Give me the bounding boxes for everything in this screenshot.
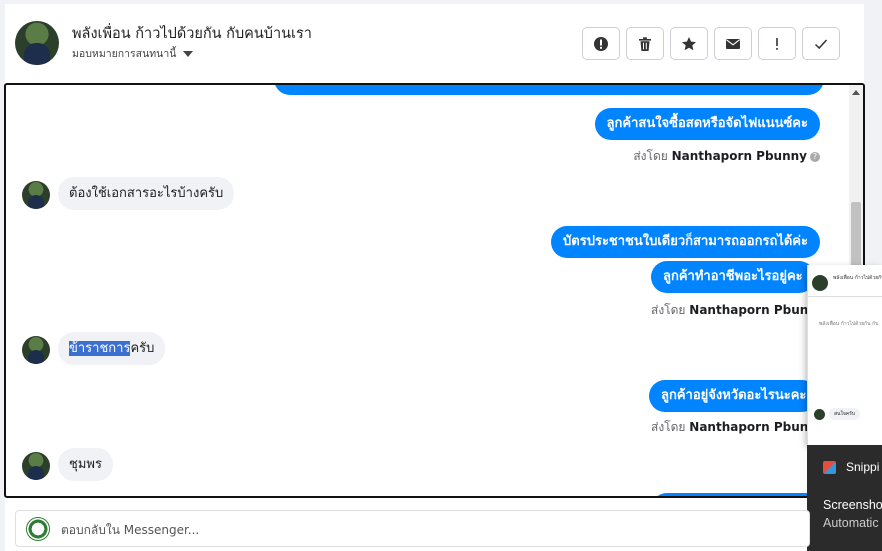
page-avatar[interactable] [15,21,59,65]
preview-avatar [814,409,825,420]
sender-name: Nanthaporn Pbunny [671,149,807,163]
mark-unread-button[interactable] [714,27,752,60]
trash-icon [639,36,651,51]
question-icon[interactable]: ? [810,152,820,162]
reply-input-bar[interactable]: ตอบกลับใน Messenger... [15,510,810,547]
screenshot-preview-popup[interactable]: พลังเพื่อน ก้าวไปด้วยกัน พลังเพื่อน ก้าว… [807,265,882,445]
conversation-title: พลังเพื่อน ก้าวไปด้วยกัน กับคนบ้านเรา [72,26,312,42]
sent-by-prefix: ส่งโดย [633,149,668,163]
check-icon [814,38,828,49]
preview-title: พลังเพื่อน ก้าวไปด้วยกัน [833,275,882,281]
preview-avatar [812,275,828,291]
message-bubble-incoming: ต้องใช้เอกสารอะไรบ้างครับ [58,177,235,210]
mark-done-button[interactable] [802,27,840,60]
assign-conversation-dropdown[interactable]: มอบหมายการสนทนานี้ [72,45,194,62]
message-bubble-outgoing: ลูกค้าสนใจซื้อสดหรือจัดไฟแนนซ์คะ [594,108,820,140]
snipping-tool-icon [823,461,836,474]
preview-text: พลังเพื่อน ก้าวไปด้วยกัน กับ [819,321,879,327]
mark-spam-button[interactable] [582,27,620,60]
sender-name: Nanthaporn Pbunny [689,420,825,434]
message-bubble-outgoing-partial [274,85,824,95]
scrollbar-thumb[interactable] [851,202,861,268]
notification-title: Screensho [823,498,882,512]
snipping-tool-notification[interactable]: Snippi Screensho Automatic [807,445,882,551]
message-text: ครับ [130,341,155,356]
preview-header: พลังเพื่อน ก้าวไปด้วยกัน [808,265,882,297]
exclamation-circle-icon [594,36,608,51]
message-bubble-incoming: ชุมพร [58,448,113,481]
sent-by-label: ส่งโดย Nanthaporn Pbunny? [633,147,820,166]
envelope-icon [726,38,740,49]
message-thread[interactable]: ลูกค้าสนใจซื้อสดหรือจัดไฟแนนซ์คะ ส่งโดย … [4,83,865,498]
page: พลังเพื่อน ก้าวไปด้วยกัน กับคนบ้านเรา มอ… [0,0,882,551]
sent-by-prefix: ส่งโดย [651,303,686,317]
sent-by-label: ส่งโดย Nanthaporn Pbunny [651,418,825,437]
message-bubble-outgoing: ลูกค้าทำอาชีพอะไรอยู่คะ [651,261,815,293]
message-bubble-incoming: ข้าราชการครับ [58,332,166,365]
notification-body: Automatic [823,516,879,530]
page-logo-icon [26,517,50,541]
exclamation-icon [776,37,778,50]
caret-down-icon [183,50,194,57]
star-button[interactable] [670,27,708,60]
delete-button[interactable] [626,27,664,60]
message-bubble-outgoing: บัตรประชาชนใบเดียวก็สามารถออกรถได้ค่ะ [551,226,820,258]
assign-label: มอบหมายการสนทนานี้ [72,48,177,60]
notification-app-name: Snippi [846,460,880,474]
customer-avatar [22,181,50,209]
sender-name: Nanthaporn Pbunny [689,303,825,317]
sent-by-prefix: ส่งโดย [651,420,686,434]
selected-text: ข้าราชการ [69,341,131,356]
customer-avatar [22,336,50,364]
star-icon [682,36,696,50]
reply-input-placeholder[interactable]: ตอบกลับใน Messenger... [61,521,199,540]
scroll-up-arrow-icon[interactable] [852,90,860,95]
preview-bubble: สนใจครับ [829,408,861,420]
message-bubble-outgoing: ลูกค้าอยู่จังหวัดอะไรนะคะ [649,380,819,412]
flag-button[interactable] [758,27,796,60]
customer-avatar [22,452,50,480]
action-toolbar [582,27,840,60]
conversation-header: พลังเพื่อน ก้าวไปด้วยกัน กับคนบ้านเรา มอ… [5,4,864,84]
sent-by-label: ส่งโดย Nanthaporn Pbunny [651,301,825,320]
